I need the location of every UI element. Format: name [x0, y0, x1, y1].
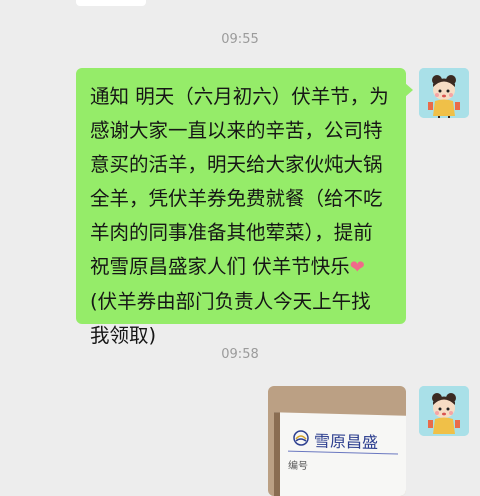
message-body-continued: (伏羊券由部门负责人今天上午找 我领取) [90, 290, 371, 347]
company-logo-icon [293, 430, 309, 446]
user-avatar[interactable] [419, 386, 469, 436]
message-timestamp: 09:58 [221, 347, 259, 362]
message-text: 通知 明天（六月初六）伏羊节，为 感谢大家一直以来的辛苦，公司特 意买的活羊，明… [90, 80, 398, 353]
photo-card-divider [288, 450, 398, 455]
message-timestamp: 09:55 [221, 32, 259, 47]
cartoon-child-avatar-icon [419, 68, 469, 118]
heart-emoji-icon: ❤ [349, 257, 365, 278]
photo-card-field: 编号 [288, 460, 308, 473]
message-body: 通知 明天（六月初六）伏羊节，为 感谢大家一直以来的辛苦，公司特 意买的活羊，明… [90, 85, 389, 278]
text-message-bubble[interactable]: 通知 明天（六月初六）伏羊节，为 感谢大家一直以来的辛苦，公司特 意买的活羊，明… [76, 68, 413, 347]
photo-card-edge [274, 412, 280, 496]
previous-message-bubble[interactable] [76, 0, 146, 6]
photo-card: 雪原昌盛 编号 [274, 412, 406, 496]
cartoon-child-avatar-icon [419, 386, 469, 436]
photo-card-brand: 雪原昌盛 [314, 431, 379, 452]
user-avatar[interactable] [419, 68, 469, 118]
